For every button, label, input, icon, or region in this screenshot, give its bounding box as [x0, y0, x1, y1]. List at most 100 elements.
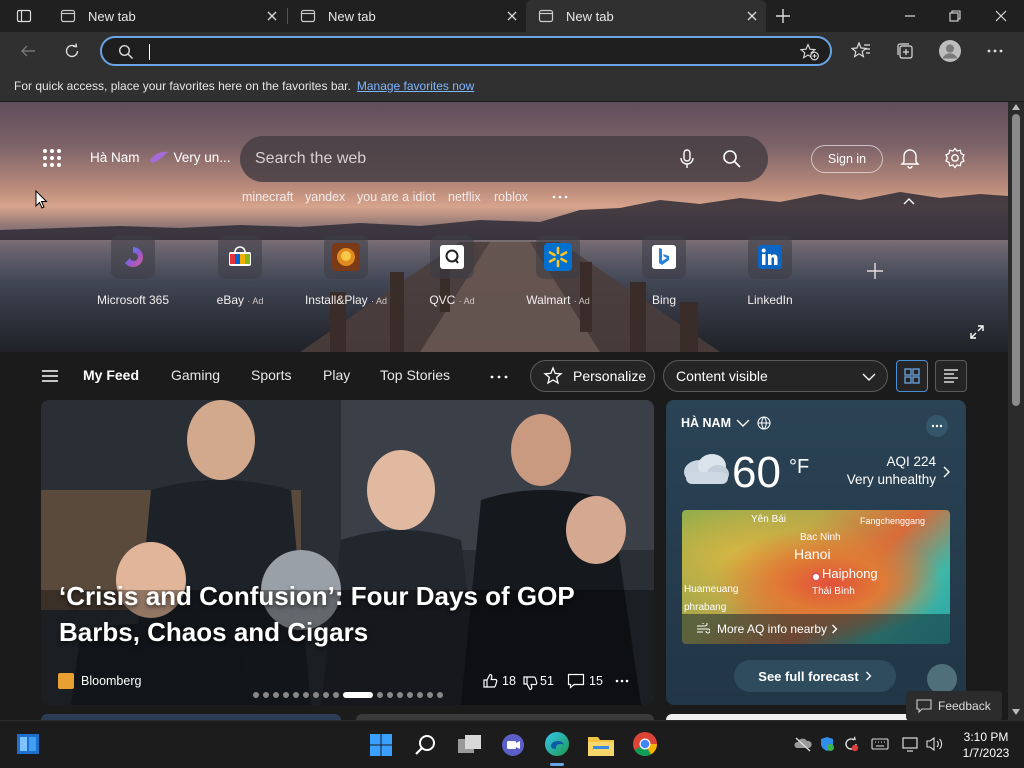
chrome-browser-icon[interactable]: [632, 731, 658, 757]
refresh-icon[interactable]: [63, 42, 81, 60]
suggestion-chip[interactable]: roblox: [494, 190, 528, 204]
keyboard-icon[interactable]: [871, 737, 889, 751]
aqi-value: AQI 224: [886, 454, 936, 469]
feedback-button[interactable]: Feedback: [906, 691, 1002, 720]
new-tab-icon[interactable]: [774, 7, 792, 25]
page-settings-icon[interactable]: [944, 147, 966, 169]
thumbs-up-icon[interactable]: [482, 673, 498, 689]
file-explorer-icon[interactable]: [587, 732, 615, 758]
network-icon[interactable]: [902, 736, 920, 752]
page-scrollbar[interactable]: [1008, 102, 1024, 720]
scroll-up-icon[interactable]: [1012, 104, 1020, 110]
apps-launcher-icon[interactable]: [42, 148, 62, 168]
weather-more-icon[interactable]: [926, 415, 948, 437]
profile-avatar[interactable]: [939, 40, 961, 62]
settings-menu-icon[interactable]: [986, 42, 1004, 60]
suggestion-chip[interactable]: you are a idiot: [357, 190, 436, 204]
suggestion-chip[interactable]: yandex: [305, 190, 345, 204]
news-source[interactable]: Bloomberg: [81, 674, 141, 688]
task-view-icon[interactable]: [457, 733, 483, 757]
weather-location-label: HÀ NAM: [681, 416, 731, 430]
security-shield-icon[interactable]: [819, 736, 835, 752]
tab-2[interactable]: New tab: [288, 0, 526, 32]
quick-link-microsoft-365[interactable]: Microsoft 365: [88, 235, 178, 307]
see-full-forecast-button[interactable]: See full forecast: [734, 660, 896, 692]
personalize-button[interactable]: Personalize: [530, 360, 655, 392]
suggestion-chip[interactable]: netflix: [448, 190, 481, 204]
news-card[interactable]: ‘Crisis and Confusion’: Four Days of GOP…: [41, 400, 654, 705]
quick-link-qvc[interactable]: QVC · Ad: [407, 235, 497, 307]
sign-in-button[interactable]: Sign in: [811, 145, 883, 173]
collections-icon[interactable]: [895, 41, 915, 61]
more-options-icon[interactable]: [615, 679, 629, 683]
add-favorite-icon[interactable]: [800, 43, 820, 61]
more-tabs-icon[interactable]: [490, 374, 508, 380]
teams-chat-icon[interactable]: [500, 733, 526, 757]
minimize-icon[interactable]: [902, 8, 918, 24]
onedrive-icon[interactable]: [794, 736, 812, 752]
favorites-icon[interactable]: [851, 41, 871, 61]
more-suggestions-icon[interactable]: [552, 194, 568, 200]
scrollbar-thumb[interactable]: [1012, 114, 1020, 406]
quick-link-ebay[interactable]: eBay · Ad: [195, 235, 285, 307]
restore-icon[interactable]: [947, 8, 963, 24]
list-layout-button[interactable]: [935, 360, 967, 392]
aqi-display[interactable]: AQI 224 Very unhealthy: [844, 454, 936, 487]
content-visibility-dropdown[interactable]: Content visible: [663, 360, 888, 392]
address-bar[interactable]: [100, 36, 832, 66]
close-window-icon[interactable]: [993, 8, 1009, 24]
map-label: Huameuang: [684, 584, 739, 595]
feedback-label: Feedback: [938, 699, 991, 713]
weather-assistant-icon[interactable]: [927, 664, 957, 694]
news-headline[interactable]: ‘Crisis and Confusion’: Four Days of GOP…: [59, 578, 619, 650]
system-clock[interactable]: 3:10 PM 1/7/2023: [954, 729, 1018, 761]
news-photo: [41, 400, 654, 705]
tab-actions-icon[interactable]: [16, 8, 32, 24]
tab-3-active[interactable]: New tab: [526, 0, 766, 32]
tab-gaming[interactable]: Gaming: [171, 367, 220, 383]
edge-browser-icon[interactable]: [544, 731, 570, 757]
tab-1[interactable]: New tab: [48, 0, 286, 32]
widgets-icon[interactable]: [16, 733, 40, 755]
windows-start-icon[interactable]: [369, 733, 393, 757]
quick-link-walmart[interactable]: Walmart · Ad: [513, 235, 603, 307]
update-icon[interactable]: [843, 736, 859, 752]
quick-link-bing[interactable]: Bing: [619, 235, 709, 307]
add-quick-link-icon[interactable]: [866, 262, 884, 280]
manage-favorites-link[interactable]: Manage favorites now: [357, 79, 474, 93]
location-weather-chip[interactable]: Hà Nam Very un...: [90, 149, 231, 165]
aqi-map[interactable]: Yên Bái Fangchenggang Bac Ninh Hanoi Hai…: [682, 510, 950, 644]
tab-my-feed[interactable]: My Feed: [83, 367, 139, 383]
chevron-down-icon: [736, 419, 750, 427]
hamburger-menu-icon[interactable]: [41, 369, 59, 383]
expand-icon[interactable]: [970, 325, 984, 339]
tab-sports[interactable]: Sports: [251, 367, 291, 383]
web-search-box[interactable]: Search the web: [240, 136, 768, 182]
thumbs-down-icon[interactable]: [522, 675, 538, 691]
collapse-chevron-icon[interactable]: [902, 196, 916, 206]
close-tab-icon[interactable]: [264, 8, 280, 24]
scroll-down-icon[interactable]: [1012, 709, 1020, 715]
cloudy-icon: [684, 454, 729, 484]
search-icon[interactable]: [722, 149, 742, 169]
comment-icon[interactable]: [567, 673, 585, 689]
suggestion-chip[interactable]: minecraft: [242, 190, 293, 204]
taskbar-search-icon[interactable]: [414, 733, 438, 757]
back-icon[interactable]: [19, 42, 37, 60]
more-aq-link[interactable]: More AQ info nearby: [682, 614, 950, 644]
volume-icon[interactable]: [926, 736, 944, 752]
microphone-icon[interactable]: [678, 149, 696, 169]
close-tab-icon[interactable]: [504, 8, 520, 24]
chevron-right-icon[interactable]: [942, 466, 950, 478]
quick-link-linkedin[interactable]: LinkedIn: [725, 235, 815, 307]
quick-link-install-play[interactable]: Install&Play · Ad: [301, 235, 391, 307]
weather-location[interactable]: HÀ NAM: [681, 416, 771, 430]
grid-layout-button[interactable]: [896, 360, 928, 392]
weather-card[interactable]: HÀ NAM 60 °F AQI 224 Very unhealthy Yên …: [666, 400, 966, 705]
tab-top-stories[interactable]: Top Stories: [380, 367, 450, 383]
notifications-icon[interactable]: [900, 147, 920, 169]
carousel-dots[interactable]: [253, 692, 443, 698]
close-tab-icon[interactable]: [744, 8, 760, 24]
tab-play[interactable]: Play: [323, 367, 350, 383]
chevron-right-icon: [865, 671, 872, 681]
